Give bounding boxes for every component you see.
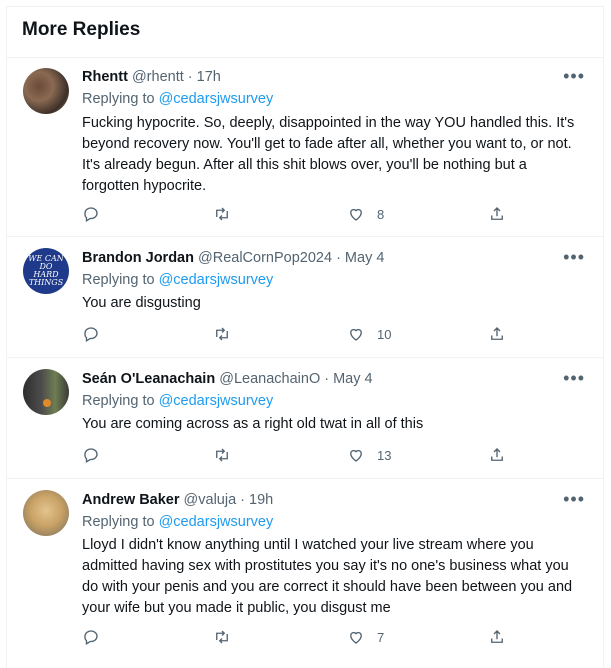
like-button[interactable]: 10 — [347, 325, 391, 343]
retweet-icon — [216, 207, 228, 221]
reply-card[interactable]: Andrew Baker @valuja · 19h ••• Replying … — [7, 478, 603, 658]
avatar[interactable] — [23, 369, 69, 415]
heart-icon — [350, 328, 362, 341]
avatar-detail — [43, 399, 51, 407]
like-count: 10 — [377, 326, 392, 342]
reply-card[interactable]: Rhentt @rhentt · 17h ••• Replying to @ce… — [7, 57, 603, 236]
action-bar: 7 — [82, 628, 512, 648]
reply-text: You are coming across as a right old twa… — [82, 416, 424, 432]
retweet-button[interactable] — [213, 205, 231, 223]
reply-card[interactable]: Seán O'Leanachain @LeanachainO · May 4 •… — [7, 357, 603, 478]
avatar[interactable] — [23, 490, 69, 536]
share-button[interactable] — [488, 325, 506, 343]
replying-to: Replying to @cedarsjwsurvey — [82, 514, 274, 530]
replying-to: Replying to @cedarsjwsurvey — [82, 272, 274, 288]
avatar[interactable]: WE CAN DO HARD THINGS — [23, 248, 69, 294]
reply-button[interactable] — [82, 628, 100, 646]
retweet-button[interactable] — [213, 628, 231, 646]
retweet-icon — [216, 327, 228, 341]
author-name[interactable]: Andrew Baker — [82, 492, 180, 508]
share-button[interactable] — [488, 205, 506, 223]
reply-card[interactable]: WE CAN DO HARD THINGS Brandon Jordan @Re… — [7, 236, 603, 357]
author-handle[interactable]: @LeanachainO · May 4 — [219, 371, 372, 387]
heart-icon — [350, 208, 362, 221]
more-options-icon[interactable]: ••• — [563, 247, 585, 268]
more-options-icon[interactable]: ••• — [563, 489, 585, 510]
like-button[interactable]: 7 — [347, 628, 384, 646]
reply-button[interactable] — [82, 205, 100, 223]
share-button[interactable] — [488, 628, 506, 646]
heart-icon — [350, 449, 362, 462]
share-icon — [491, 207, 503, 220]
comment-icon — [84, 327, 98, 342]
action-bar: 10 — [82, 325, 512, 345]
share-icon — [491, 327, 503, 340]
mention-link[interactable]: @cedarsjwsurvey — [159, 91, 274, 107]
replying-to: Replying to @cedarsjwsurvey — [82, 91, 274, 107]
author-handle[interactable]: @RealCornPop2024 · May 4 — [198, 250, 384, 266]
share-icon — [491, 630, 503, 643]
comment-icon — [84, 448, 98, 463]
retweet-button[interactable] — [213, 446, 231, 464]
comment-icon — [84, 207, 98, 222]
mention-link[interactable]: @cedarsjwsurvey — [159, 272, 274, 288]
like-button[interactable]: 13 — [347, 446, 391, 464]
action-bar: 8 — [82, 205, 512, 225]
author-handle[interactable]: @rhentt · 17h — [132, 69, 221, 85]
like-count: 8 — [377, 206, 385, 222]
reply-button[interactable] — [82, 325, 100, 343]
reply-text: Lloyd I didn't know anything until I wat… — [82, 537, 573, 616]
avatar[interactable] — [23, 68, 69, 114]
replying-to: Replying to @cedarsjwsurvey — [82, 393, 274, 409]
reply-text: You are disgusting — [82, 295, 201, 311]
author-name[interactable]: Seán O'Leanachain — [82, 371, 215, 387]
share-button[interactable] — [488, 446, 506, 464]
action-bar: 13 — [82, 446, 512, 466]
comment-icon — [84, 630, 98, 645]
reply-button[interactable] — [82, 446, 100, 464]
section-heading: More Replies — [22, 19, 141, 40]
like-button[interactable]: 8 — [347, 205, 384, 223]
heart-icon — [350, 631, 362, 644]
more-options-icon[interactable]: ••• — [563, 368, 585, 389]
retweet-icon — [216, 630, 228, 644]
mention-link[interactable]: @cedarsjwsurvey — [159, 514, 274, 530]
author-name[interactable]: Rhentt — [82, 69, 128, 85]
author-handle[interactable]: @valuja · 19h — [184, 492, 274, 508]
share-icon — [491, 448, 503, 461]
like-count: 7 — [377, 629, 385, 645]
mention-link[interactable]: @cedarsjwsurvey — [159, 393, 274, 409]
retweet-button[interactable] — [213, 325, 231, 343]
reply-text: Fucking hypocrite. So, deeply, disappoin… — [82, 115, 575, 194]
more-options-icon[interactable]: ••• — [563, 66, 585, 87]
retweet-icon — [216, 448, 228, 462]
like-count: 13 — [377, 447, 392, 463]
author-name[interactable]: Brandon Jordan — [82, 250, 194, 266]
